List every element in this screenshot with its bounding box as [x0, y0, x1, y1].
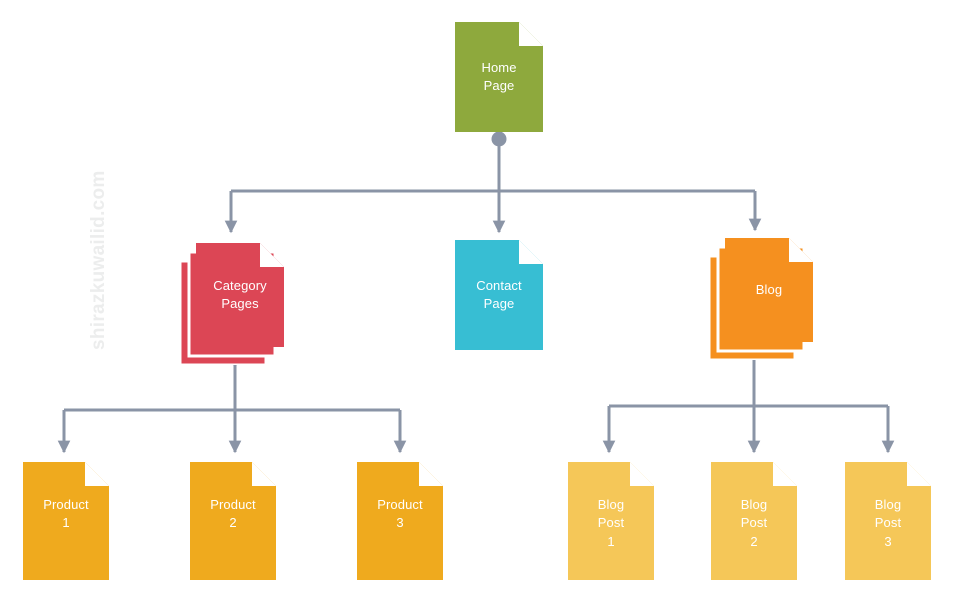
page-icon: [568, 462, 654, 580]
page-icon: [845, 462, 931, 580]
page-icon: [455, 240, 543, 350]
node-blog-post-3[interactable]: Blog Post 3: [845, 462, 931, 580]
node-category-pages[interactable]: Category Pages: [178, 243, 284, 365]
edge-category-bus: [64, 358, 400, 412]
stacked-pages-icon: [707, 238, 813, 360]
edge-home-bus: [231, 139, 755, 193]
node-contact-page[interactable]: Contact Page: [455, 240, 543, 350]
page-icon: [23, 462, 109, 580]
page-icon: [190, 462, 276, 580]
node-blog-post-2[interactable]: Blog Post 2: [711, 462, 797, 580]
page-icon: [455, 22, 543, 132]
page-icon: [711, 462, 797, 580]
stacked-pages-icon: [178, 243, 284, 365]
node-home[interactable]: Home Page: [455, 22, 543, 132]
node-blog-post-1[interactable]: Blog Post 1: [568, 462, 654, 580]
node-blog[interactable]: Blog: [707, 238, 813, 360]
watermark-text: shirazkuwailid.com: [88, 170, 109, 350]
sitemap-diagram: shirazkuwailid.com Home Page Category Pa…: [0, 0, 956, 600]
edge-group-blog: [602, 344, 895, 454]
edge-blog-bus: [609, 352, 888, 408]
connector-dot-home: [491, 131, 507, 147]
page-icon: [357, 462, 443, 580]
node-product-1[interactable]: Product 1: [23, 462, 109, 580]
node-product-3[interactable]: Product 3: [357, 462, 443, 580]
edge-group-home: [224, 131, 762, 234]
node-product-2[interactable]: Product 2: [190, 462, 276, 580]
edge-group-category: [57, 350, 407, 454]
